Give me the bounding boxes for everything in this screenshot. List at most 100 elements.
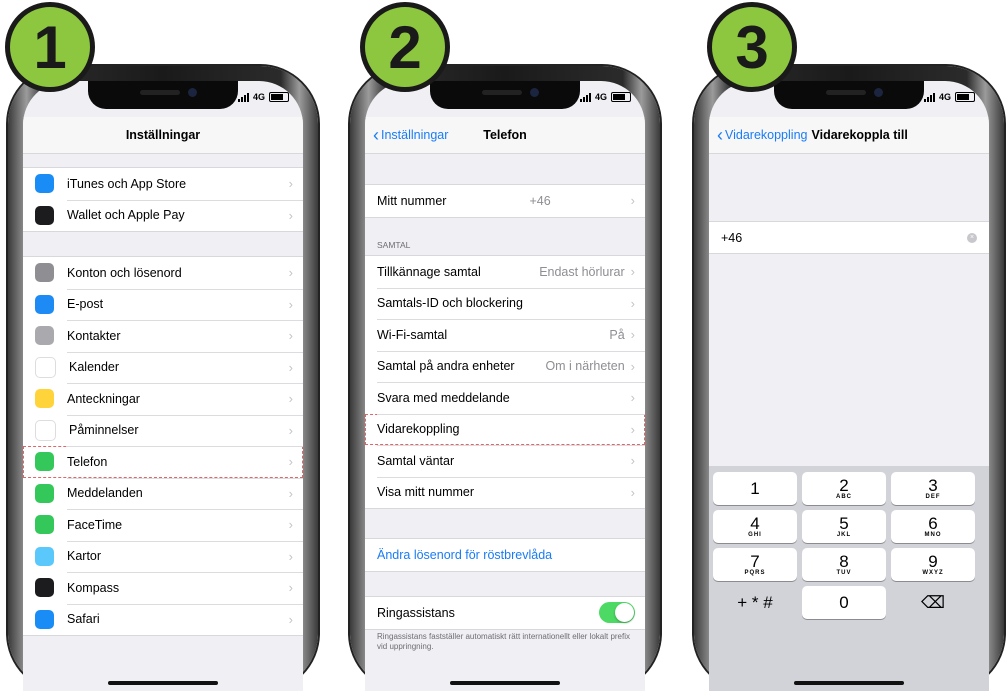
my-number-row[interactable]: Mitt nummer +46 ›	[365, 185, 645, 217]
key-3[interactable]: 3 DEF	[891, 472, 975, 505]
phone-settings: 4G Inställningar iTunes och App Store › Wa…	[8, 66, 318, 691]
settings-item-konton-och-losenord[interactable]: Konton och lösenord ›	[23, 257, 303, 289]
notes-icon	[35, 389, 54, 409]
calls-item-vidarekoppling[interactable]: Vidarekoppling ›	[365, 413, 645, 445]
back-button[interactable]: ‹ Vidarekoppling	[717, 125, 807, 145]
numeric-keypad: 1 2 ABC 3 DEF 4 GHI 5 JKL 6 MNO 7 PQRS 8 TUV 9 WXYZ + * #…	[709, 466, 989, 691]
notch	[430, 81, 580, 109]
chevron-left-icon: ‹	[373, 125, 379, 145]
home-indicator[interactable]	[108, 681, 218, 685]
calls-group: Tillkännage samtal Endast hörlurar › Samtal…	[365, 255, 645, 509]
forward-number-value: +46	[721, 230, 743, 245]
status-bar: 4G	[237, 92, 289, 102]
chevron-right-icon: ›	[288, 548, 293, 564]
chevron-right-icon: ›	[630, 453, 635, 469]
signal-icon	[237, 92, 249, 102]
key-7[interactable]: 7 PQRS	[713, 548, 797, 581]
key-9[interactable]: 9 WXYZ	[891, 548, 975, 581]
chevron-right-icon: ›	[288, 328, 293, 344]
key-1[interactable]: 1	[713, 472, 797, 505]
chevron-right-icon: ›	[630, 421, 635, 437]
ring-assist-toggle[interactable]	[599, 602, 635, 624]
step-badge-3: 3	[707, 2, 797, 92]
chevron-right-icon: ›	[630, 390, 635, 406]
page-title: Telefon	[483, 128, 527, 142]
calls-item-samtals-id-och-blockering[interactable]: Samtals-ID och blockering ›	[365, 287, 645, 320]
chevron-right-icon: ›	[288, 176, 293, 192]
settings-item-wallet-och-apple-pay[interactable]: Wallet och Apple Pay ›	[23, 199, 303, 232]
symbols-key[interactable]: + * #	[713, 586, 797, 619]
calls-item-visa-mitt-nummer[interactable]: Visa mitt nummer ›	[365, 476, 645, 509]
key-6[interactable]: 6 MNO	[891, 510, 975, 543]
status-bar: 4G	[579, 92, 631, 102]
setting-value: Om i närheten	[545, 359, 625, 374]
chevron-right-icon: ›	[630, 484, 635, 500]
chevron-right-icon: ›	[630, 193, 635, 209]
clear-icon[interactable]: ×	[967, 232, 977, 243]
calls-item-samtal-pa-andra-enheter[interactable]: Samtal på andra enheter Om i närheten ›	[365, 350, 645, 383]
settings-item-kontakter[interactable]: Kontakter ›	[23, 320, 303, 352]
calls-item-svara-med-meddelande[interactable]: Svara med meddelande ›	[365, 382, 645, 414]
settings-item-paminnelser[interactable]: Påminnelser ›	[23, 414, 303, 447]
contacts-icon	[35, 326, 54, 346]
network-label: 4G	[594, 92, 607, 102]
mail-icon	[35, 294, 54, 314]
app-store-icon	[35, 174, 54, 194]
home-indicator[interactable]	[794, 681, 904, 685]
settings-item-telefon[interactable]: Telefon ›	[23, 446, 303, 478]
ring-assist-note: Ringassistans fastställer automatiskt rä…	[377, 632, 630, 651]
messages-icon	[35, 483, 54, 503]
status-bar: 4G	[923, 92, 975, 102]
signal-icon	[579, 92, 591, 102]
chevron-right-icon: ›	[288, 580, 293, 596]
chevron-right-icon: ›	[288, 265, 293, 281]
setting-value: På	[609, 327, 625, 342]
chevron-left-icon: ‹	[717, 125, 723, 145]
backspace-key[interactable]: ⌫	[891, 586, 975, 619]
telefon-screen: 4G ‹ Inställningar Telefon Mitt nummer +4…	[365, 81, 645, 691]
key-2[interactable]: 2 ABC	[802, 472, 886, 505]
page-title: Inställningar	[125, 128, 201, 142]
section-header: SAMTAL	[377, 240, 411, 250]
my-number-value: +46	[529, 193, 551, 208]
chevron-right-icon: ›	[288, 517, 293, 533]
notch	[774, 81, 924, 109]
chevron-right-icon: ›	[630, 295, 635, 311]
settings-item-e-post[interactable]: E-post ›	[23, 288, 303, 321]
maps-icon	[35, 546, 54, 566]
backspace-icon: ⌫	[920, 593, 946, 612]
chevron-right-icon: ›	[630, 264, 635, 280]
calendar-icon	[35, 356, 56, 378]
calls-item-wi-fi-samtal[interactable]: Wi-Fi-samtal På ›	[365, 319, 645, 351]
forward-number-field[interactable]: +46 ×	[709, 221, 989, 254]
settings-item-kompass[interactable]: Kompass ›	[23, 572, 303, 604]
key-8[interactable]: 8 TUV	[802, 548, 886, 581]
calls-item-samtal-vantar[interactable]: Samtal väntar ›	[365, 445, 645, 477]
back-button[interactable]: ‹ Inställningar	[373, 125, 448, 145]
change-voicemail-password-link[interactable]: Ändra lösenord för röstbrevlåda	[365, 539, 645, 571]
chevron-right-icon: ›	[288, 611, 293, 627]
my-number-group: Mitt nummer +46 ›	[365, 184, 645, 218]
settings-item-facetime[interactable]: FaceTime ›	[23, 509, 303, 541]
settings-item-safari[interactable]: Safari ›	[23, 603, 303, 636]
settings-item-anteckningar[interactable]: Anteckningar ›	[23, 383, 303, 415]
chevron-right-icon: ›	[288, 454, 293, 470]
key-4[interactable]: 4 GHI	[713, 510, 797, 543]
chevron-right-icon: ›	[288, 485, 293, 501]
settings-group-apps: Konton och lösenord › E-post › Kontakter › Kal…	[23, 256, 303, 636]
key-0[interactable]: 0	[802, 586, 886, 619]
battery-icon	[955, 92, 975, 102]
home-indicator[interactable]	[450, 681, 560, 685]
calls-item-tillkannage-samtal[interactable]: Tillkännage samtal Endast hörlurar ›	[365, 256, 645, 288]
settings-item-kalender[interactable]: Kalender ›	[23, 351, 303, 384]
settings-item-kartor[interactable]: Kartor ›	[23, 540, 303, 573]
phone-telefon: 4G ‹ Inställningar Telefon Mitt nummer +4…	[350, 66, 660, 691]
settings-item-itunes-och-app-store[interactable]: iTunes och App Store ›	[23, 168, 303, 200]
key-5[interactable]: 5 JKL	[802, 510, 886, 543]
network-label: 4G	[938, 92, 951, 102]
chevron-right-icon: ›	[630, 327, 635, 343]
nav-bar: ‹ Inställningar Telefon	[365, 117, 645, 154]
chevron-right-icon: ›	[288, 391, 293, 407]
forwarding-screen: 4G ‹ Vidarekoppling Vidarekoppla till +46…	[709, 81, 989, 691]
settings-item-meddelanden[interactable]: Meddelanden ›	[23, 477, 303, 510]
